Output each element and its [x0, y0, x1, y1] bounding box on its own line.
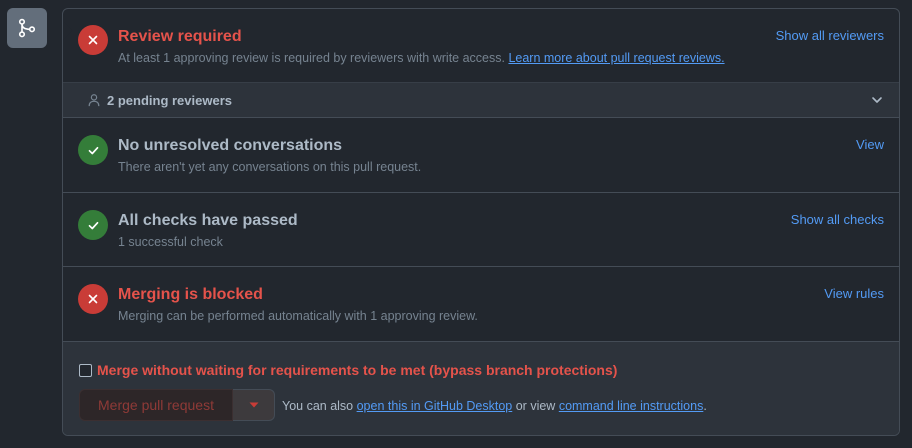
merging-blocked-title: Merging is blocked: [118, 286, 263, 303]
review-required-description: At least 1 approving review is required …: [118, 51, 725, 65]
prefix-text: You can also: [282, 399, 354, 413]
person-icon: [88, 94, 100, 107]
open-github-desktop-link[interactable]: open this in GitHub Desktop: [357, 399, 513, 413]
bypass-label[interactable]: Merge without waiting for requirements t…: [97, 362, 617, 378]
middle-text: or view: [515, 399, 556, 413]
merge-box: Review required At least 1 approving rev…: [62, 8, 900, 436]
merge-button-group: Merge pull request: [79, 389, 275, 421]
checks-section: All checks have passed 1 successful chec…: [63, 193, 899, 267]
checks-description: 1 successful check: [118, 235, 223, 249]
triangle-down-icon: [249, 402, 258, 408]
merging-blocked-section: Merging is blocked Merging can be perfor…: [63, 267, 899, 342]
learn-more-link[interactable]: Learn more about pull request reviews.: [508, 51, 724, 65]
checks-title: All checks have passed: [118, 212, 298, 229]
bypass-checkbox[interactable]: [79, 363, 92, 377]
check-circle-icon: [78, 135, 108, 165]
conversations-description: There aren't yet any conversations on th…: [118, 160, 422, 174]
conversations-title: No unresolved conversations: [118, 137, 343, 154]
alternative-options-text: You can also open this in GitHub Desktop…: [282, 399, 707, 413]
x-circle-icon: [78, 284, 108, 314]
merge-method-dropdown[interactable]: [233, 389, 275, 421]
command-line-instructions-link[interactable]: command line instructions: [559, 399, 704, 413]
x-circle-icon: [78, 25, 108, 55]
pending-reviewers-label: 2 pending reviewers: [107, 92, 232, 108]
merge-pull-request-button[interactable]: Merge pull request: [79, 389, 233, 421]
review-required-section: Review required At least 1 approving rev…: [63, 9, 899, 82]
pending-reviewers-toggle[interactable]: 2 pending reviewers: [63, 82, 899, 118]
chevron-down-icon[interactable]: [871, 94, 883, 106]
show-all-checks-link[interactable]: Show all checks: [791, 212, 884, 227]
view-conversations-link[interactable]: View: [856, 137, 884, 152]
merge-footer: Merge without waiting for requirements t…: [63, 342, 899, 435]
suffix-text: .: [703, 399, 707, 413]
bypass-option: Merge without waiting for requirements t…: [79, 362, 617, 378]
view-rules-link[interactable]: View rules: [824, 286, 884, 301]
merging-blocked-description: Merging can be performed automatically w…: [118, 309, 478, 323]
check-circle-icon: [78, 210, 108, 240]
review-description-text: At least 1 approving review is required …: [118, 51, 505, 65]
review-required-title: Review required: [118, 28, 242, 45]
git-merge-icon: [7, 8, 47, 48]
show-all-reviewers-link[interactable]: Show all reviewers: [776, 28, 884, 43]
conversations-section: No unresolved conversations There aren't…: [63, 118, 899, 193]
